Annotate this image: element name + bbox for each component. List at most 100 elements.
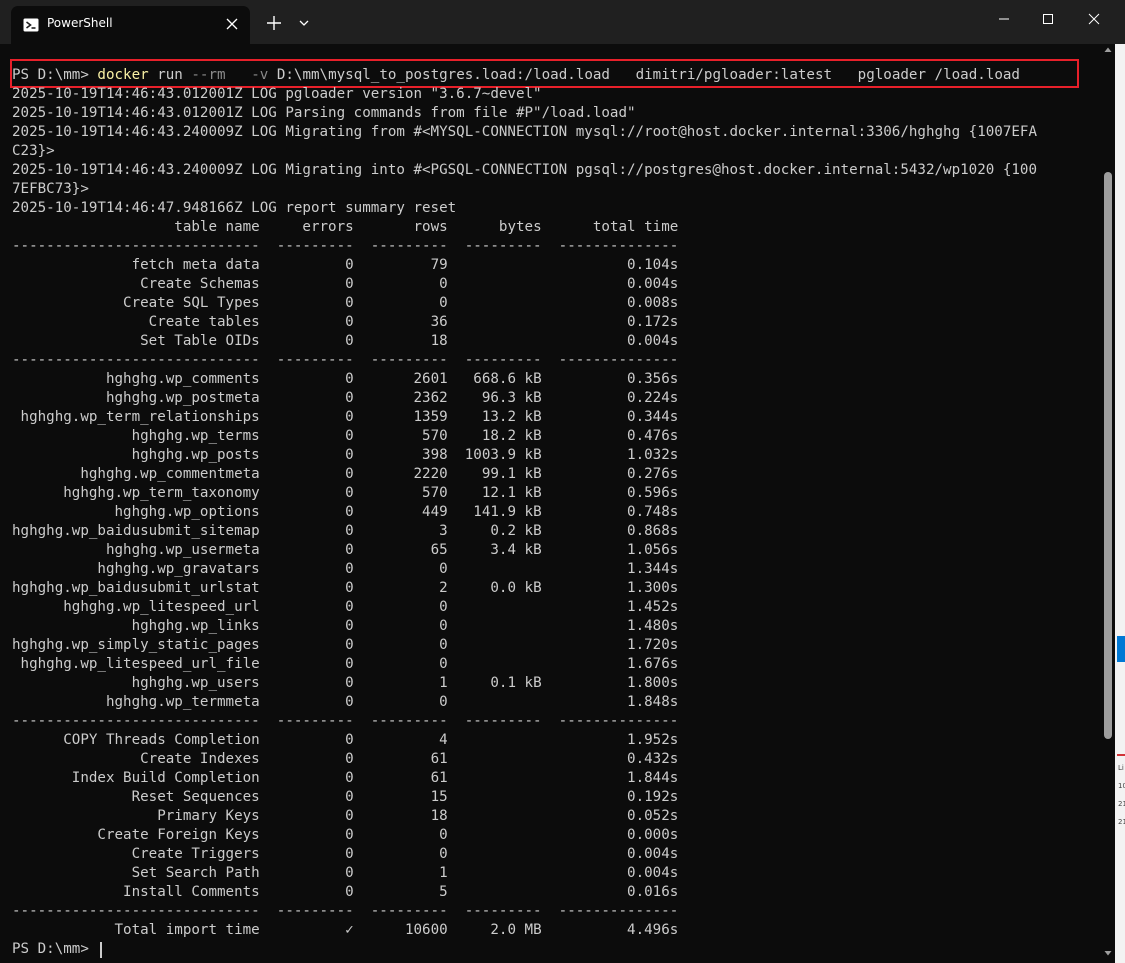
table-name-cell: hghghg.wp_litespeed_url_file [12, 656, 260, 672]
rows-cell: 65 [370, 542, 448, 558]
powershell-icon [23, 18, 39, 32]
table-name-cell: hghghg.wp_users [12, 675, 260, 691]
errors-cell: 0 [276, 827, 354, 843]
bytes-cell [465, 827, 542, 843]
plus-icon[interactable] [262, 11, 286, 35]
command-line: PS D:\mm> docker run --rm -v D:\mm\mysql… [12, 66, 1020, 85]
scrollbar-thumb[interactable] [1104, 172, 1112, 739]
scroll-up-icon[interactable] [1104, 46, 1112, 54]
bytes-cell [465, 314, 542, 330]
time-cell: 1.844s [558, 770, 679, 786]
rows-cell: 36 [370, 314, 448, 330]
rows-cell: 570 [370, 428, 448, 444]
errors-cell: 0 [276, 694, 354, 710]
table-name-cell: hghghg.wp_simply_static_pages [12, 637, 260, 653]
table-row: hghghg.wp_baidusubmit_urlstat 0 2 0.0 kB… [12, 579, 678, 598]
table-row: Index Build Completion 0 61 1.844s [12, 769, 679, 788]
command-flag-rm: --rm [191, 67, 226, 83]
terminal-output[interactable]: PS D:\mm> docker run --rm -v D:\mm\mysql… [12, 64, 1102, 960]
errors-cell: 0 [276, 751, 354, 767]
table-name-cell: hghghg.wp_links [12, 618, 260, 634]
rows-cell: 18 [370, 808, 448, 824]
close-icon[interactable] [221, 13, 243, 35]
table-row: Reset Sequences 0 15 0.192s [12, 788, 679, 807]
table-name-cell: Create Foreign Keys [12, 827, 260, 843]
table-name-cell: fetch meta data [12, 257, 260, 273]
bytes-cell [465, 257, 542, 273]
table-name-cell: COPY Threads Completion [12, 732, 260, 748]
errors-cell: 0 [276, 808, 354, 824]
table-name-cell: table name [12, 219, 260, 235]
log-line: 2025-10-19T14:46:43.012001Z LOG pgloader… [12, 86, 542, 102]
table-separator: ----------------------------- --------- … [12, 352, 679, 368]
log-line: 2025-10-19T14:46:43.240009Z LOG Migratin… [12, 162, 1037, 178]
table-row: hghghg.wp_term_relationships 0 1359 13.2… [12, 408, 679, 427]
errors-cell: 0 [276, 770, 354, 786]
bytes-cell [465, 295, 542, 311]
log-line: C23}> [12, 143, 55, 159]
tab-powershell[interactable]: PowerShell [11, 6, 250, 44]
table-name-cell: Set Table OIDs [12, 333, 260, 349]
time-cell: 0.276s [558, 466, 679, 482]
background-divider [1117, 754, 1125, 756]
rows-cell: 1 [370, 675, 448, 691]
bytes-cell: 2.0 MB [464, 922, 542, 938]
table-row: hghghg.wp_posts 0 398 1003.9 kB 1.032s [12, 446, 679, 465]
errors-cell: 0 [276, 447, 354, 463]
errors-cell: 0 [276, 409, 354, 425]
table-separator: ----------------------------- --------- … [12, 713, 679, 729]
time-cell: 0.000s [558, 827, 679, 843]
table-row: hghghg.wp_simply_static_pages 0 0 1.720s [12, 636, 678, 655]
table-row: Install Comments 0 5 0.016s [12, 883, 678, 902]
time-cell: 1.720s [558, 637, 679, 653]
table-row: hghghg.wp_termmeta 0 0 1.848s [12, 693, 678, 712]
total-row: Total import time ✓ 10600 2.0 MB 4.496s [12, 921, 678, 940]
text-cursor [100, 942, 102, 958]
time-cell: 0.172s [558, 314, 679, 330]
errors-cell: 0 [276, 333, 354, 349]
rows-cell: 18 [370, 333, 448, 349]
scroll-down-icon[interactable] [1104, 949, 1112, 957]
rows-cell: 0 [370, 618, 448, 634]
rows-cell: 79 [370, 257, 448, 273]
errors-cell: 0 [276, 542, 354, 558]
rows-cell: 61 [370, 751, 448, 767]
bytes-cell: 96.3 kB [464, 390, 542, 406]
bytes-cell [465, 656, 542, 672]
time-cell: 0.004s [558, 276, 679, 292]
rows-cell: 0 [370, 295, 448, 311]
table-row: hghghg.wp_commentmeta 0 2220 99.1 kB 0.2… [12, 465, 678, 484]
table-name-cell: hghghg.wp_commentmeta [12, 466, 260, 482]
table-name-cell: Install Comments [12, 884, 260, 900]
rows-cell: rows [370, 219, 448, 235]
log-line: 7EFBC73}> [12, 181, 89, 197]
bytes-cell: 668.6 kB [464, 371, 542, 387]
maximize-icon[interactable] [1036, 7, 1060, 31]
bytes-cell [465, 637, 542, 653]
rows-cell: 0 [370, 656, 448, 672]
command-name: docker [97, 67, 149, 83]
time-cell: total time [558, 219, 679, 235]
background-text: Li [1118, 764, 1124, 772]
chevron-down-icon[interactable] [292, 11, 316, 35]
command-arg: run [148, 67, 192, 83]
minimize-icon[interactable] [992, 7, 1016, 31]
bytes-cell [465, 561, 542, 577]
table-header-row: table name errors rows bytes total time [12, 218, 678, 237]
bytes-cell [465, 770, 542, 786]
bytes-cell [465, 751, 542, 767]
table-row: Create SQL Types 0 0 0.008s [12, 294, 678, 313]
table-row: Primary Keys 0 18 0.052s [12, 807, 678, 826]
table-name-cell: hghghg.wp_baidusubmit_urlstat [12, 580, 260, 596]
time-cell: 4.496s [558, 922, 679, 938]
scrollbar[interactable] [1101, 44, 1115, 963]
errors-cell: 0 [276, 656, 354, 672]
rows-cell: 570 [370, 485, 448, 501]
background-text: 21 [1118, 818, 1125, 826]
window-close-icon[interactable] [1082, 7, 1106, 31]
table-name-cell: hghghg.wp_terms [12, 428, 260, 444]
errors-cell: ✓ [276, 922, 354, 938]
table-separator: ----------------------------- --------- … [12, 903, 679, 919]
errors-cell: 0 [276, 504, 354, 520]
errors-cell: 0 [276, 846, 354, 862]
